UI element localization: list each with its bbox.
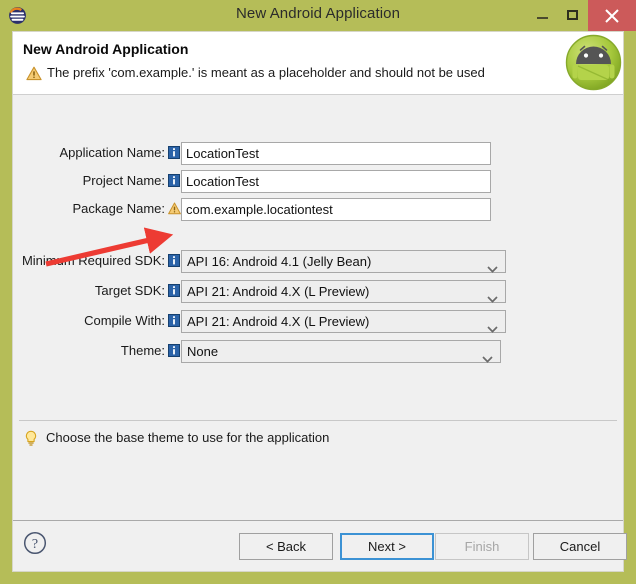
- minimum-required-sdk-dropdown[interactable]: API 16: Android 4.1 (Jelly Bean): [181, 250, 506, 273]
- next-button[interactable]: Next >: [340, 533, 434, 560]
- info-icon[interactable]: [168, 146, 180, 159]
- field-row-project-name: Project Name:: [13, 170, 623, 194]
- field-label: Application Name:: [59, 145, 166, 160]
- field-label: Package Name:: [72, 201, 166, 216]
- help-question-icon[interactable]: ?: [23, 531, 47, 560]
- dialog-body: New Android Application The prefix 'com.…: [12, 31, 627, 572]
- field-label: Compile With:: [84, 313, 165, 328]
- info-icon[interactable]: [168, 254, 180, 267]
- field-row-compile-with: Compile With: API 21: Android 4.X (L Pre…: [13, 310, 623, 334]
- field-row-theme: Theme: None: [13, 340, 623, 364]
- field-label: Target SDK:: [94, 283, 165, 298]
- back-button[interactable]: < Back: [239, 533, 333, 560]
- chevron-down-icon: [487, 320, 498, 338]
- chevron-down-icon: [487, 260, 498, 278]
- hint-divider: [19, 420, 617, 421]
- lightbulb-icon: [23, 430, 39, 452]
- header-message: The prefix 'com.example.' is meant as a …: [47, 65, 485, 80]
- dropdown-value: API 16: Android 4.1 (Jelly Bean): [187, 254, 372, 269]
- theme-dropdown[interactable]: None: [181, 340, 501, 363]
- label-wrap: Application Name:: [13, 142, 166, 166]
- hint-text: Choose the base theme to use for the app…: [46, 430, 330, 445]
- target-sdk-dropdown[interactable]: API 21: Android 4.X (L Preview): [181, 280, 506, 303]
- application-name-input[interactable]: [181, 142, 491, 165]
- label-wrap: Minimum Required SDK:: [13, 250, 165, 274]
- field-label: Theme:: [120, 343, 165, 358]
- chevron-down-icon: [487, 290, 498, 308]
- project-name-input[interactable]: [181, 170, 491, 193]
- field-label: Project Name:: [82, 173, 165, 188]
- dialog-header: New Android Application The prefix 'com.…: [13, 32, 623, 95]
- dialog-window: New Android Application New Android Appl…: [0, 0, 636, 584]
- warning-icon: [26, 66, 42, 86]
- maximize-button[interactable]: [558, 0, 588, 31]
- finish-button: Finish: [435, 533, 529, 560]
- chevron-down-icon: [482, 350, 493, 368]
- info-icon[interactable]: [168, 174, 180, 187]
- label-wrap: Package Name:: [13, 198, 166, 222]
- dropdown-value: API 21: Android 4.X (L Preview): [187, 284, 370, 299]
- field-row-target-sdk: Target SDK: API 21: Android 4.X (L Previ…: [13, 280, 623, 304]
- footer-divider: [13, 520, 623, 521]
- info-icon[interactable]: [168, 314, 180, 327]
- field-row-package-name: Package Name:: [13, 198, 623, 222]
- android-robot-icon: [565, 34, 622, 91]
- label-wrap: Compile With:: [13, 310, 165, 334]
- title-bar: New Android Application: [0, 0, 636, 31]
- label-wrap: Project Name:: [13, 170, 165, 194]
- label-wrap: Target SDK:: [13, 280, 165, 304]
- warning-icon[interactable]: [168, 202, 181, 215]
- svg-text:?: ?: [32, 537, 38, 552]
- cancel-button[interactable]: Cancel: [533, 533, 627, 560]
- dropdown-value: API 21: Android 4.X (L Preview): [187, 314, 370, 329]
- info-icon[interactable]: [168, 344, 180, 357]
- field-row-minimum-required-sdk: Minimum Required SDK: API 16: Android 4.…: [13, 250, 623, 274]
- close-button[interactable]: [588, 0, 636, 31]
- form-area: Application Name: Project Name:: [13, 95, 623, 510]
- field-label: Minimum Required SDK:: [21, 253, 165, 268]
- page-title: New Android Application: [23, 41, 189, 57]
- label-wrap: Theme:: [13, 340, 165, 364]
- field-row-application-name: Application Name:: [13, 142, 623, 166]
- compile-with-dropdown[interactable]: API 21: Android 4.X (L Preview): [181, 310, 506, 333]
- package-name-input[interactable]: [181, 198, 491, 221]
- dropdown-value: None: [187, 344, 219, 359]
- minimize-button[interactable]: [528, 0, 558, 31]
- info-icon[interactable]: [168, 284, 180, 297]
